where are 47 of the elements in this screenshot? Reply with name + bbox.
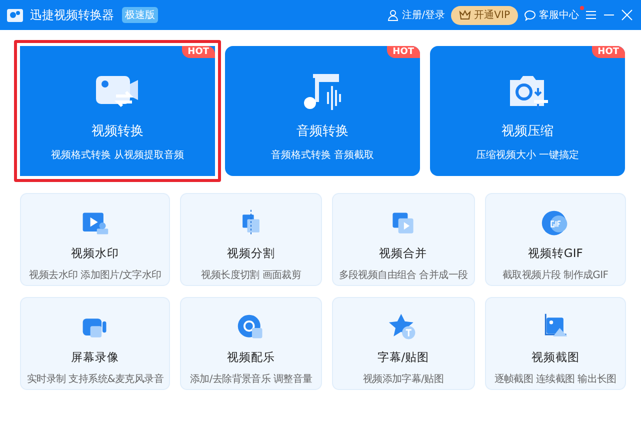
app-logo-icon [6,6,24,24]
tool-title: 视频转GIF [528,246,583,261]
tool-title: 视频截图 [531,350,580,365]
tool-card[interactable]: 视频截图 逐帧截图 连续截图 输出长图 [484,297,626,390]
tool-card[interactable]: 视频合并 多段视频自由组合 合并成一段 [332,193,475,286]
tool-description: 多段视频自由组合 合并成一段 [338,268,468,282]
tool-description: 添加/去除背景音乐 调整音量 [190,372,312,386]
tool-title: 视频配乐 [227,350,276,365]
feature-description: 压缩视频大小 一键搞定 [476,148,580,162]
tool-card[interactable]: 视频水印 视频去水印 添加图片/文字水印 [20,193,170,286]
menu-icon[interactable] [585,9,597,21]
chat-icon [524,9,536,21]
tool-title: 视频水印 [71,246,120,261]
customer-service-link[interactable]: 客服中心 [524,8,579,22]
tool-title: 视频合并 [379,246,428,261]
feature-title: 视频转换 [92,123,144,140]
tool-description: 视频去水印 添加图片/文字水印 [29,268,162,282]
tool-description: 实时录制 支持系统&麦克风录音 [27,372,164,386]
vip-button[interactable]: 开通VIP [451,6,518,24]
tool-card[interactable]: 视频配乐 添加/去除背景音乐 调整音量 [180,297,322,390]
tool-title: 视频分割 [227,246,276,261]
tool-card[interactable]: 屏幕录像 实时录制 支持系统&麦克风录音 [20,297,170,390]
hot-badge: HOT [182,46,215,58]
feature-card[interactable]: HOT 视频转换 视频格式转换 从视频提取音频 [14,40,221,182]
edition-badge: 极速版 [122,7,158,23]
feature-title: 视频压缩 [502,123,554,140]
feature-description: 视频格式转换 从视频提取音频 [50,148,184,162]
tool-description: 视频添加字幕/贴图 [362,372,444,386]
close-icon[interactable] [621,9,633,21]
hot-badge: HOT [386,46,420,58]
login-link[interactable]: 注册/登录 [386,8,446,22]
tool-title: 字幕/贴图 [377,350,430,365]
user-icon [386,9,399,21]
feature-card[interactable]: HOT 音频转换 音频格式转换 音频截取 [225,46,420,176]
hot-badge: HOT [592,46,625,58]
tool-card[interactable]: 视频转GIF 截取视频片段 制作成GIF [484,193,626,286]
tool-description: 逐帧截图 连续截图 输出长图 [494,372,616,386]
window-title: 迅捷视频转换器 [30,6,114,24]
tool-title: 屏幕录像 [71,350,120,365]
crown-icon [459,9,472,21]
tool-card[interactable]: 字幕/贴图 视频添加字幕/贴图 [332,297,475,390]
feature-description: 音频格式转换 音频截取 [270,148,374,162]
tool-description: 截取视频片段 制作成GIF [502,268,608,282]
feature-title: 音频转换 [296,123,348,140]
tool-card[interactable]: 视频分割 视频长度切割 画面裁剪 [180,193,322,286]
feature-card[interactable]: HOT 视频压缩 压缩视频大小 一键搞定 [430,46,625,176]
tool-description: 视频长度切割 画面裁剪 [201,268,302,282]
